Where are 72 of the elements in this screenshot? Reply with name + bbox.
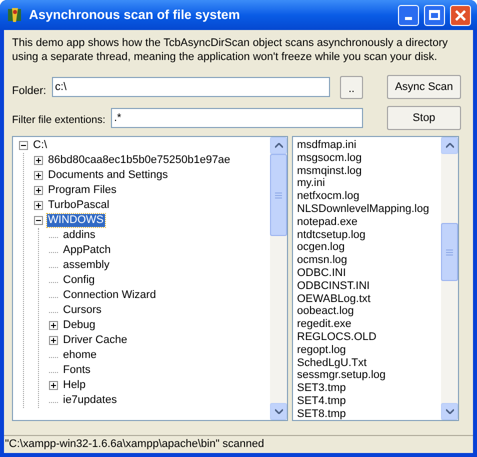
expand-icon[interactable] [34,171,43,180]
file-item[interactable]: ODBCINST.INI [297,280,441,293]
tree-item[interactable]: Fonts [62,364,92,377]
file-item[interactable]: msgsocm.log [297,152,441,165]
tree-item[interactable]: Documents and Settings [47,169,169,182]
description-text: This demo app shows how the TcbAsyncDirScan object scans asynchronously a directory using a separate thread, meaning the application won't freeze while you scan your disk. [11,36,449,65]
async-scan-button[interactable]: Async Scan [387,75,461,99]
file-item[interactable]: SET3.tmp [297,382,441,395]
file-item[interactable]: SET4.tmp [297,394,441,408]
scroll-up-button[interactable] [270,137,287,154]
tree-item[interactable]: Debug [62,319,96,332]
tree-item[interactable]: WINDOWS [47,214,105,227]
file-item[interactable]: ntdtcsetup.log [297,228,441,242]
file-item[interactable]: REGLOCS.OLD [297,330,441,344]
close-button[interactable] [450,4,471,26]
file-item[interactable]: SchedLgU.Txt [297,356,441,370]
file-item[interactable]: oobeact.log [297,305,441,318]
stop-button[interactable]: Stop [387,106,461,130]
maximize-button[interactable] [424,4,445,26]
file-item[interactable]: msmqinst.log [297,164,441,178]
scroll-thumb[interactable] [441,223,458,281]
expand-icon[interactable] [49,321,58,330]
expand-icon[interactable] [34,156,43,165]
collapse-icon[interactable] [19,141,28,150]
scroll-down-button[interactable] [270,403,287,420]
status-bar: "C:\xampp-win32-1.6.6a\xampp\apache\bin" scanned [4,435,473,453]
file-item[interactable]: SET8.tmp [297,408,441,420]
file-item[interactable]: msdfmap.ini [297,139,441,152]
tree-item[interactable]: TurboPascal [47,199,110,212]
file-item[interactable]: notepad.exe [297,216,441,229]
app-icon [6,6,24,24]
file-item[interactable]: OEWABLog.txt [297,292,441,306]
file-item[interactable]: my.ini [297,177,441,190]
scrollbar[interactable] [270,137,287,420]
scroll-thumb[interactable] [270,154,287,236]
tree-item[interactable]: Connection Wizard [62,289,157,302]
tree-item[interactable]: assembly [62,259,110,272]
file-item[interactable]: regedit.exe [297,318,441,331]
minimize-button[interactable] [398,4,419,26]
tree-item[interactable]: Program Files [47,184,118,197]
tree-item[interactable]: ie7updates [62,394,118,407]
file-item[interactable]: sessmgr.setup.log [297,369,441,382]
scroll-down-button[interactable] [441,403,458,420]
folder-label: Folder: [12,84,48,99]
expand-icon[interactable] [49,336,58,345]
tree-item[interactable]: AppPatch [62,244,112,257]
file-item[interactable]: regopt.log [297,344,441,357]
file-item[interactable]: ODBC.INI [297,266,441,280]
expand-icon[interactable] [34,201,43,210]
tree-item[interactable]: Driver Cache [62,334,128,347]
scrollbar[interactable] [441,137,458,420]
file-item[interactable]: ocmsn.log [297,254,441,267]
tree-item[interactable]: addins [62,229,96,242]
tree-item[interactable]: C:\ [32,139,48,152]
close-icon [455,10,466,20]
tree-item[interactable]: Help [62,379,87,392]
expand-icon[interactable] [49,381,58,390]
file-item[interactable]: netfxocm.log [297,190,441,203]
file-item[interactable]: ocgen.log [297,241,441,254]
scroll-up-button[interactable] [441,137,458,154]
tree-item[interactable]: 86bd80caa8ec1b5b0e75250b1e97ae [47,154,232,167]
file-item[interactable]: NLSDownlevelMapping.log [297,202,441,216]
window-title: Asynchronous scan of file system [29,6,241,24]
tree-item[interactable]: Config [62,274,96,287]
collapse-icon[interactable] [34,216,43,225]
expand-icon[interactable] [34,186,43,195]
folder-field[interactable]: c:\ [52,77,330,97]
browse-button[interactable]: .. [340,76,363,98]
tree-item[interactable]: Cursors [62,304,103,317]
filter-field[interactable]: .* [111,108,363,128]
filter-label: Filter file extentions: [12,113,106,128]
tree-item[interactable]: ehome [62,349,98,362]
